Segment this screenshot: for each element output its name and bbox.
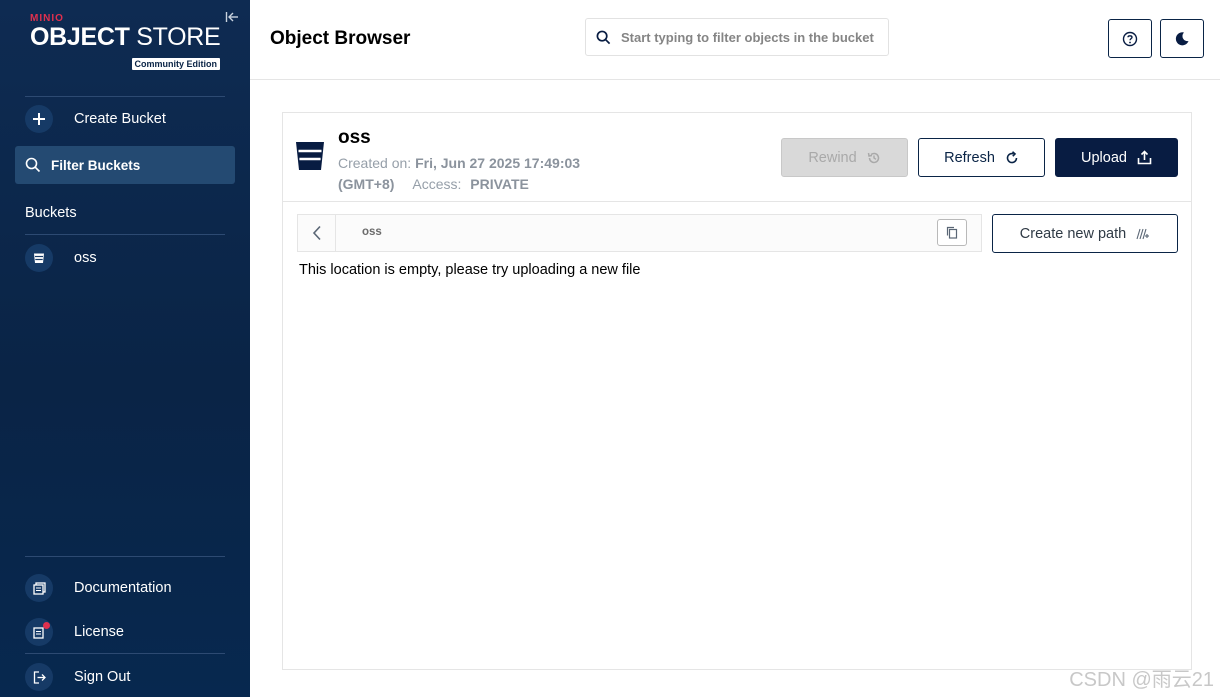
path-breadcrumb: oss (297, 214, 982, 252)
rewind-label: Rewind (808, 149, 857, 166)
page-title: Object Browser (270, 28, 411, 49)
documentation-link[interactable]: Documentation (25, 570, 235, 606)
rewind-button[interactable]: Rewind (781, 138, 908, 177)
search-icon (25, 157, 41, 173)
documentation-label: Documentation (74, 580, 172, 596)
bucket-created: Created on: Fri, Jun 27 2025 17:49:03 (338, 155, 581, 171)
theme-toggle-button[interactable] (1160, 19, 1204, 58)
top-header: Object Browser Start typing to filter ob… (250, 0, 1220, 80)
minio-logo: MINIO OBJECT STORE Community Edition (30, 14, 225, 70)
collapse-sidebar-icon[interactable] (225, 10, 241, 24)
refresh-button[interactable]: Refresh (918, 138, 1045, 177)
sign-out-button[interactable]: Sign Out (25, 659, 235, 695)
search-placeholder: Start typing to filter objects in the bu… (621, 29, 874, 45)
sign-out-label: Sign Out (74, 669, 131, 685)
divider (25, 96, 225, 97)
help-button[interactable] (1108, 19, 1152, 58)
license-link[interactable]: License (25, 614, 235, 650)
bucket-header: oss Created on: Fri, Jun 27 2025 17:49:0… (283, 113, 1191, 202)
plus-icon (25, 105, 53, 133)
create-bucket-button[interactable]: Create Bucket (25, 101, 235, 137)
bucket-icon (295, 140, 325, 177)
license-icon (25, 618, 53, 646)
buckets-section-title: Buckets (25, 205, 77, 221)
bucket-panel: oss Created on: Fri, Jun 27 2025 17:49:0… (282, 112, 1192, 670)
search-icon (596, 30, 611, 44)
notification-dot (43, 622, 50, 629)
create-bucket-label: Create Bucket (74, 111, 166, 127)
documentation-icon (25, 574, 53, 602)
divider (25, 234, 225, 235)
upload-label: Upload (1081, 149, 1127, 166)
chevron-left-icon (312, 225, 321, 241)
license-label: License (74, 624, 124, 640)
object-search-input[interactable]: Start typing to filter objects in the bu… (585, 18, 889, 56)
breadcrumb-path[interactable]: oss (362, 226, 382, 238)
bucket-timezone-access: (GMT+8) Access: PRIVATE (338, 176, 529, 192)
empty-location-message: This location is empty, please try uploa… (299, 262, 641, 278)
filter-buckets-placeholder: Filter Buckets (51, 157, 141, 173)
new-path-icon (1136, 228, 1150, 240)
history-icon (867, 151, 881, 165)
moon-icon (1175, 31, 1189, 45)
sidebar-item-bucket-oss[interactable]: oss (25, 240, 235, 276)
create-new-path-button[interactable]: Create new path (992, 214, 1178, 253)
sidebar: MINIO OBJECT STORE Community Edition Cre… (0, 0, 250, 697)
refresh-label: Refresh (944, 149, 995, 166)
refresh-icon (1005, 150, 1019, 165)
bucket-name: oss (338, 127, 371, 148)
upload-icon (1137, 150, 1152, 165)
upload-button[interactable]: Upload (1055, 138, 1178, 177)
back-button[interactable] (298, 215, 336, 251)
sign-out-icon (25, 663, 53, 691)
watermark: CSDN @雨云21 (1069, 669, 1214, 691)
logo-edition-badge: Community Edition (131, 58, 220, 70)
bucket-icon (25, 244, 53, 272)
copy-path-button[interactable] (937, 219, 967, 246)
divider (25, 653, 225, 654)
logo-title: OBJECT STORE (30, 23, 221, 51)
divider (25, 556, 225, 557)
create-new-path-label: Create new path (1019, 225, 1127, 242)
bucket-label: oss (74, 250, 97, 266)
filter-buckets-input[interactable]: Filter Buckets (15, 146, 235, 184)
help-icon (1122, 31, 1138, 46)
copy-icon (946, 226, 958, 239)
